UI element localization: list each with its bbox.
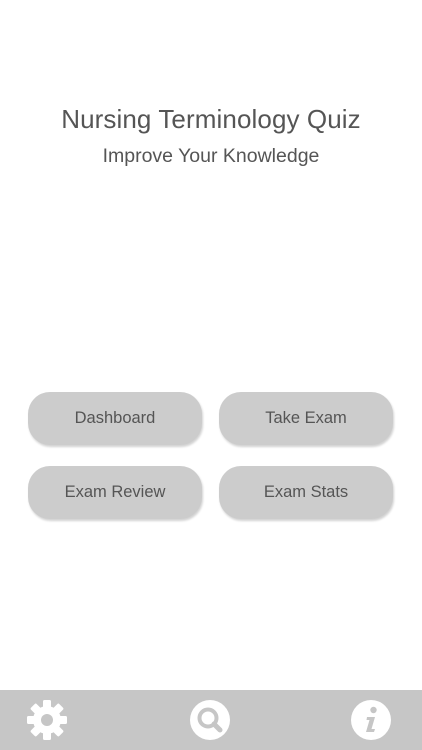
dashboard-button[interactable]: Dashboard: [28, 392, 202, 445]
bottom-tab-bar: [0, 690, 422, 750]
page-subtitle: Improve Your Knowledge: [102, 145, 320, 167]
search-icon[interactable]: [189, 699, 231, 741]
take-exam-button[interactable]: Take Exam: [219, 392, 393, 445]
exam-review-button[interactable]: Exam Review: [28, 466, 202, 519]
exam-stats-button[interactable]: Exam Stats: [219, 466, 393, 519]
header: Nursing Terminology Quiz Improve Your Kn…: [0, 100, 422, 170]
gear-icon[interactable]: [26, 699, 68, 741]
info-icon[interactable]: [350, 699, 392, 741]
page-title: Nursing Terminology Quiz: [61, 104, 361, 134]
